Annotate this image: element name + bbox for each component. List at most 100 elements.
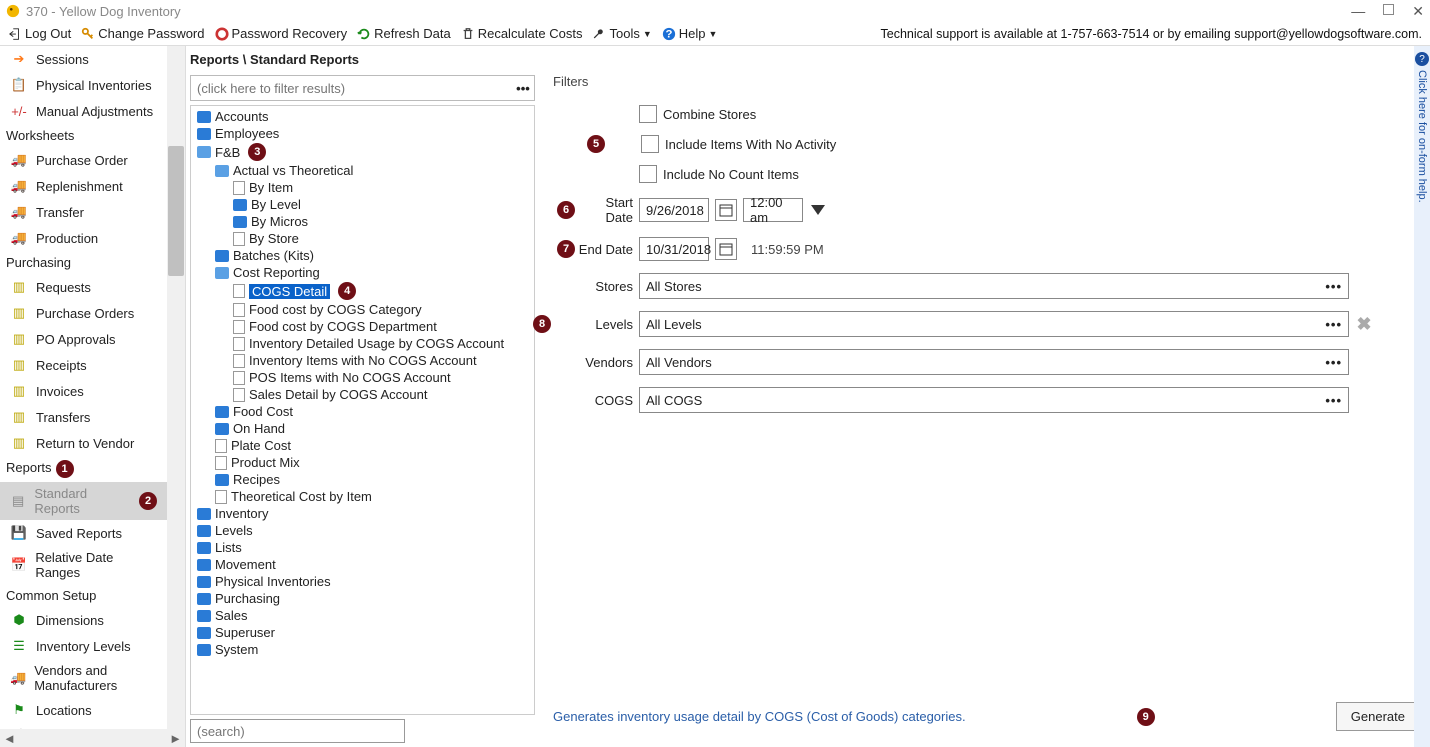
tree-folder-levels[interactable]: Levels — [191, 522, 534, 539]
tree-folder-lists[interactable]: Lists — [191, 539, 534, 556]
tree-item[interactable]: By Item — [191, 179, 534, 196]
sidebar-item-replenishment[interactable]: 🚚Replenishment — [0, 173, 167, 199]
trash-icon — [461, 27, 475, 41]
sidebar-item-purchase-orders[interactable]: ▥Purchase Orders — [0, 300, 167, 326]
sidebar-item-return-to-vendor[interactable]: ▥Return to Vendor — [0, 430, 167, 456]
sidebar-item-receipts[interactable]: ▥Receipts — [0, 352, 167, 378]
help-strip[interactable]: ? Click here for on-form help. — [1414, 46, 1430, 747]
tree-item[interactable]: By Store — [191, 230, 534, 247]
tree-item-cogs-detail[interactable]: COGS Detail4 — [191, 281, 534, 301]
tree-folder-physical-inventories[interactable]: Physical Inventories — [191, 573, 534, 590]
tree-folder-superuser[interactable]: Superuser — [191, 624, 534, 641]
tree-folder-cost-reporting[interactable]: Cost Reporting — [191, 264, 534, 281]
sidebar-item-transfer[interactable]: 🚚Transfer — [0, 199, 167, 225]
sidebar-item-manual-adjustments[interactable]: +/-Manual Adjustments — [0, 98, 167, 124]
tree-search-box[interactable] — [190, 719, 405, 743]
end-date-calendar-button[interactable] — [715, 238, 737, 260]
tools-menu[interactable]: Tools ▼ — [587, 26, 656, 41]
sidebar-item-transfers[interactable]: ▥Transfers — [0, 404, 167, 430]
tree-folder-inventory[interactable]: Inventory — [191, 505, 534, 522]
picker-more-icon[interactable]: ••• — [1325, 279, 1342, 294]
tree-item[interactable]: Sales Detail by COGS Account — [191, 386, 534, 403]
end-date-input[interactable]: 10/31/2018 — [639, 237, 709, 261]
tree-label: By Micros — [251, 214, 308, 229]
sidebar-item-inventory-levels[interactable]: ☰Inventory Levels — [0, 633, 167, 659]
tree-folder-food-cost[interactable]: Food Cost — [191, 403, 534, 420]
picker-more-icon[interactable]: ••• — [1325, 355, 1342, 370]
date-dropdown-button[interactable] — [811, 205, 825, 215]
include-no-activity-checkbox[interactable] — [641, 135, 659, 153]
sidebar-item-purchase-order[interactable]: 🚚Purchase Order — [0, 147, 167, 173]
start-date-calendar-button[interactable] — [715, 199, 737, 221]
sidebar-item-physical-inventories[interactable]: 📋Physical Inventories — [0, 72, 167, 98]
filter-box[interactable]: ••• — [190, 75, 535, 101]
sidebar-item-locations[interactable]: ⚑Locations — [0, 697, 167, 723]
tree-folder-on-hand[interactable]: On Hand — [191, 420, 534, 437]
start-date-input[interactable]: 9/26/2018 — [639, 198, 709, 222]
tree-search-input[interactable] — [191, 720, 404, 742]
tree-item[interactable]: Food cost by COGS Department — [191, 318, 534, 335]
change-password-button[interactable]: Change Password — [76, 26, 209, 41]
window-minimize[interactable]: — — [1351, 4, 1365, 18]
report-icon: ▤ — [10, 492, 26, 510]
tree-item-plate-cost[interactable]: Plate Cost — [191, 437, 534, 454]
sidebar-item-standard-reports[interactable]: ▤Standard Reports2 — [0, 482, 167, 520]
picker-more-icon[interactable]: ••• — [1325, 317, 1342, 332]
sidebar-h-scrollbar[interactable]: ◄► — [0, 729, 185, 747]
tree-folder-fb[interactable]: F&B3 — [191, 142, 534, 162]
sidebar-item-dimensions[interactable]: ⬢Dimensions — [0, 607, 167, 633]
tree-folder-purchasing[interactable]: Purchasing — [191, 590, 534, 607]
tree-item[interactable]: Food cost by COGS Category — [191, 301, 534, 318]
tree-item-product-mix[interactable]: Product Mix — [191, 454, 534, 471]
tree-item-theoretical-cost[interactable]: Theoretical Cost by Item — [191, 488, 534, 505]
filter-more-button[interactable]: ••• — [512, 81, 534, 96]
doc-icon: ▥ — [10, 278, 28, 296]
scroll-right-icon[interactable]: ► — [169, 731, 182, 746]
include-no-count-checkbox[interactable] — [639, 165, 657, 183]
refresh-data-button[interactable]: Refresh Data — [352, 26, 456, 41]
tree-folder-employees[interactable]: Employees — [191, 125, 534, 142]
sidebar-scrollbar[interactable] — [167, 46, 185, 729]
sidebar-item-vendors[interactable]: 🚚Vendors and Manufacturers — [0, 659, 167, 697]
window-close[interactable]: ✕ — [1412, 4, 1424, 18]
tree-item[interactable]: POS Items with No COGS Account — [191, 369, 534, 386]
levels-picker[interactable]: All Levels••• — [639, 311, 1349, 337]
scroll-left-icon[interactable]: ◄ — [3, 731, 16, 746]
recalculate-costs-button[interactable]: Recalculate Costs — [456, 26, 588, 41]
report-tree[interactable]: Accounts Employees F&B3 Actual vs Theore… — [190, 105, 535, 715]
help-menu[interactable]: ? Help ▼ — [657, 26, 723, 41]
stores-picker[interactable]: All Stores••• — [639, 273, 1349, 299]
tree-folder-system[interactable]: System — [191, 641, 534, 658]
sidebar-item-po-approvals[interactable]: ▥PO Approvals — [0, 326, 167, 352]
levels-clear-button[interactable]: ✖ — [1355, 315, 1373, 333]
sidebar-item-saved-reports[interactable]: 💾Saved Reports — [0, 520, 167, 546]
sidebar-item-production[interactable]: 🚚Production — [0, 225, 167, 251]
tree-folder-batches[interactable]: Batches (Kits) — [191, 247, 534, 264]
tree-item[interactable]: Inventory Detailed Usage by COGS Account — [191, 335, 534, 352]
generate-button[interactable]: Generate — [1336, 702, 1420, 731]
sidebar-item-requests[interactable]: ▥Requests — [0, 274, 167, 300]
start-time-input[interactable]: 12:00 am — [743, 198, 803, 222]
filter-input[interactable] — [191, 81, 512, 96]
tree-folder-accounts[interactable]: Accounts — [191, 108, 534, 125]
tree-label: Product Mix — [231, 455, 300, 470]
tree-folder-movement[interactable]: Movement — [191, 556, 534, 573]
sidebar-item-sessions[interactable]: ➔Sessions — [0, 46, 167, 72]
cogs-picker[interactable]: All COGS••• — [639, 387, 1349, 413]
combine-stores-checkbox[interactable] — [639, 105, 657, 123]
tree-folder-sales[interactable]: Sales — [191, 607, 534, 624]
window-maximize[interactable] — [1383, 4, 1394, 15]
logout-button[interactable]: Log Out — [3, 26, 76, 41]
password-recovery-button[interactable]: Password Recovery — [210, 26, 353, 41]
vendors-picker[interactable]: All Vendors••• — [639, 349, 1349, 375]
picker-more-icon[interactable]: ••• — [1325, 393, 1342, 408]
sidebar-item-relative-date-ranges[interactable]: 📅Relative Date Ranges — [0, 546, 167, 584]
scrollbar-thumb[interactable] — [168, 146, 184, 276]
tree-item[interactable]: By Micros — [191, 213, 534, 230]
tree-item[interactable]: By Level — [191, 196, 534, 213]
sidebar-item-invoices[interactable]: ▥Invoices — [0, 378, 167, 404]
tree-item[interactable]: Inventory Items with No COGS Account — [191, 352, 534, 369]
tree-folder-actual-vs-theoretical[interactable]: Actual vs Theoretical — [191, 162, 534, 179]
tree-folder-recipes[interactable]: Recipes — [191, 471, 534, 488]
help-label: Help — [679, 26, 706, 41]
